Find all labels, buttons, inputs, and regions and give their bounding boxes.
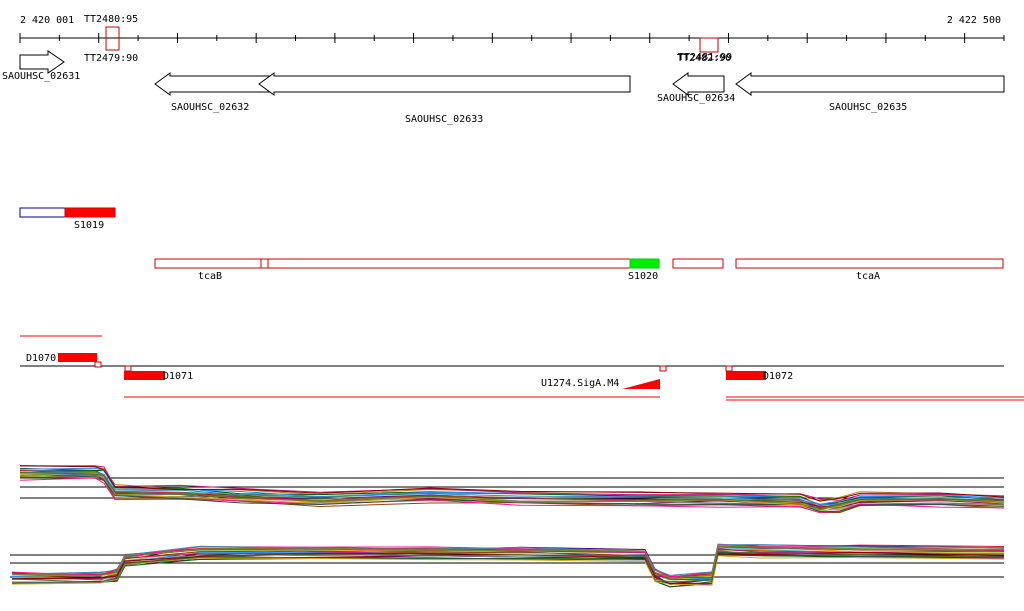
transcript-segment[interactable] [19, 207, 66, 218]
transcript-segment-highlight[interactable] [629, 258, 660, 269]
terminator-label: TT2482:90 [677, 53, 731, 64]
feature-label: D1070 [26, 353, 56, 364]
expression-lines [19, 465, 1005, 514]
transcript-label: S1020 [628, 271, 658, 282]
gene-arrow[interactable] [154, 72, 273, 96]
gene-arrow[interactable] [672, 72, 725, 96]
terminator-label: TT2480:95 [84, 14, 138, 25]
gene-arrow[interactable] [258, 72, 631, 96]
feature-marker [124, 365, 132, 372]
expression-panel-1 [19, 465, 1005, 514]
expression-line [19, 477, 1005, 514]
gene-arrow[interactable] [19, 50, 65, 74]
feature-marker [94, 361, 102, 368]
gene-label: SAOUHSC_02633 [405, 114, 483, 125]
transcript-label: tcaB [198, 271, 222, 282]
feature-label: D1072 [763, 371, 793, 382]
ruler-end-label: 2 422 500 [947, 15, 1001, 26]
transcript-segment[interactable] [267, 258, 631, 269]
feature-track: D1070 D1071 U1274.SigA.M4 D1072 [20, 335, 1024, 401]
feature-block[interactable] [726, 371, 766, 380]
terminator-label: TT2479:90 [84, 53, 138, 64]
transcript-segment-highlight[interactable] [64, 207, 116, 218]
expression-panel-2 [10, 543, 1005, 588]
terminator-track: TT2480:95 TT2479:90 TT2481:99 TT2482:90 [84, 14, 732, 64]
gene-label: SAOUHSC_02634 [657, 93, 735, 104]
ruler-start-label: 2 420 001 [20, 15, 74, 26]
coordinate-ruler: 2 420 001 2 422 500 [19, 15, 1005, 43]
feature-label: D1071 [163, 371, 193, 382]
transcript-label: tcaA [856, 271, 880, 282]
transcript-track: S1019 tcaB S1020 tcaA [19, 207, 1004, 282]
genome-browser-view: 2 420 001 2 422 500 TT2480:95 TT2479:90 … [2, 14, 1024, 588]
transcript-label: S1019 [74, 220, 104, 231]
feature-block[interactable] [124, 371, 165, 380]
feature-block[interactable] [58, 353, 97, 362]
gene-arrow[interactable] [735, 72, 1005, 96]
transcript-segment[interactable] [735, 258, 1004, 269]
feature-marker [659, 365, 667, 372]
transcript-segment[interactable] [154, 258, 269, 269]
gene-label: SAOUHSC_02635 [829, 102, 907, 113]
expression-lines [11, 543, 1005, 588]
promoter-motif[interactable] [622, 379, 660, 389]
gene-label: SAOUHSC_02631 [2, 71, 80, 82]
expression-line [19, 465, 1005, 501]
feature-marker [725, 365, 733, 372]
gene-track: SAOUHSC_02631 SAOUHSC_02632 SAOUHSC_0263… [2, 50, 1005, 125]
terminator-marker[interactable] [699, 37, 719, 53]
transcript-segment[interactable] [672, 258, 724, 269]
gene-label: SAOUHSC_02632 [171, 102, 249, 113]
feature-label: U1274.SigA.M4 [541, 378, 619, 389]
